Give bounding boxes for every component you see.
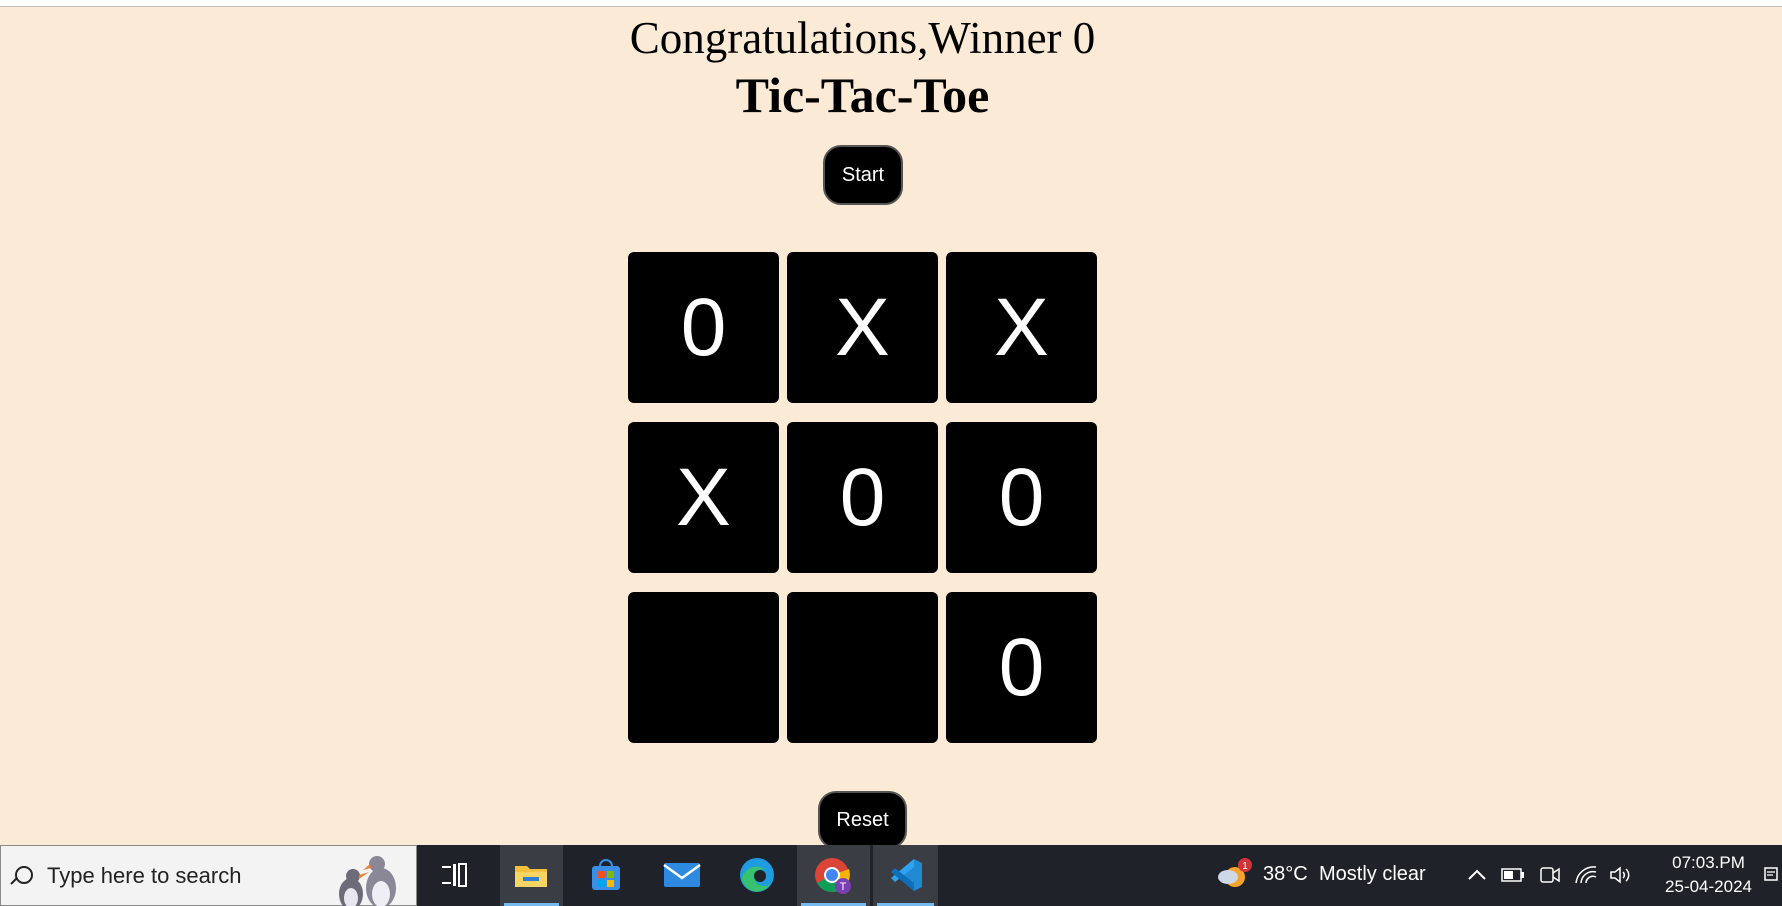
winner-message: Congratulations,Winner 0 (629, 13, 1096, 63)
board-cell-6[interactable]: 0 (946, 422, 1097, 573)
start-button[interactable]: Start (823, 145, 903, 205)
wifi-icon[interactable] (1566, 853, 1606, 897)
board-cell-4[interactable]: X (628, 422, 779, 573)
battery-icon[interactable] (1493, 853, 1533, 897)
windows-taskbar: Type here to search T 1 38°C Mostly clea… (0, 845, 1782, 906)
weather-badge: 1 (1242, 861, 1248, 872)
board-cell-9[interactable]: 0 (946, 592, 1097, 743)
volume-icon[interactable] (1601, 853, 1641, 897)
system-clock[interactable]: 07:03.PM 25-04-2024 (1665, 851, 1752, 899)
edge-icon[interactable] (733, 853, 781, 897)
browser-top-edge (0, 0, 1782, 7)
board-cell-2[interactable]: X (787, 252, 938, 403)
board-cell-1[interactable]: 0 (628, 252, 779, 403)
clock-date: 25-04-2024 (1665, 877, 1752, 896)
microsoft-store-icon[interactable] (582, 853, 630, 897)
file-explorer-icon[interactable] (507, 853, 555, 897)
search-icon (11, 865, 33, 887)
board-cell-8[interactable] (787, 592, 938, 743)
taskbar-search-box[interactable]: Type here to search (0, 845, 417, 906)
search-placeholder: Type here to search (47, 862, 242, 888)
vscode-icon[interactable] (882, 853, 930, 897)
board-cell-5[interactable]: 0 (787, 422, 938, 573)
weather-icon[interactable]: 1 (1212, 853, 1256, 897)
reset-button[interactable]: Reset (818, 791, 907, 849)
board-cell-3[interactable]: X (946, 252, 1097, 403)
weather-description[interactable]: Mostly clear (1319, 863, 1426, 886)
chrome-icon[interactable]: T (808, 853, 856, 897)
clock-time: 07:03.PM (1672, 853, 1745, 872)
game-page: Congratulations,Winner 0 Tic-Tac-Toe Sta… (0, 7, 1782, 849)
game-board: 0 X X X 0 0 0 (628, 252, 1098, 743)
board-cell-7[interactable] (628, 592, 779, 743)
svg-text:T: T (840, 881, 847, 893)
penguins-illustration-icon (339, 856, 396, 906)
notifications-icon[interactable] (1760, 853, 1782, 897)
game-title: Tic-Tac-Toe (735, 67, 990, 123)
mail-icon[interactable] (658, 853, 706, 897)
task-view-icon[interactable] (430, 853, 478, 897)
weather-temperature[interactable]: 38°C (1263, 863, 1308, 886)
meet-now-icon[interactable] (1530, 853, 1570, 897)
